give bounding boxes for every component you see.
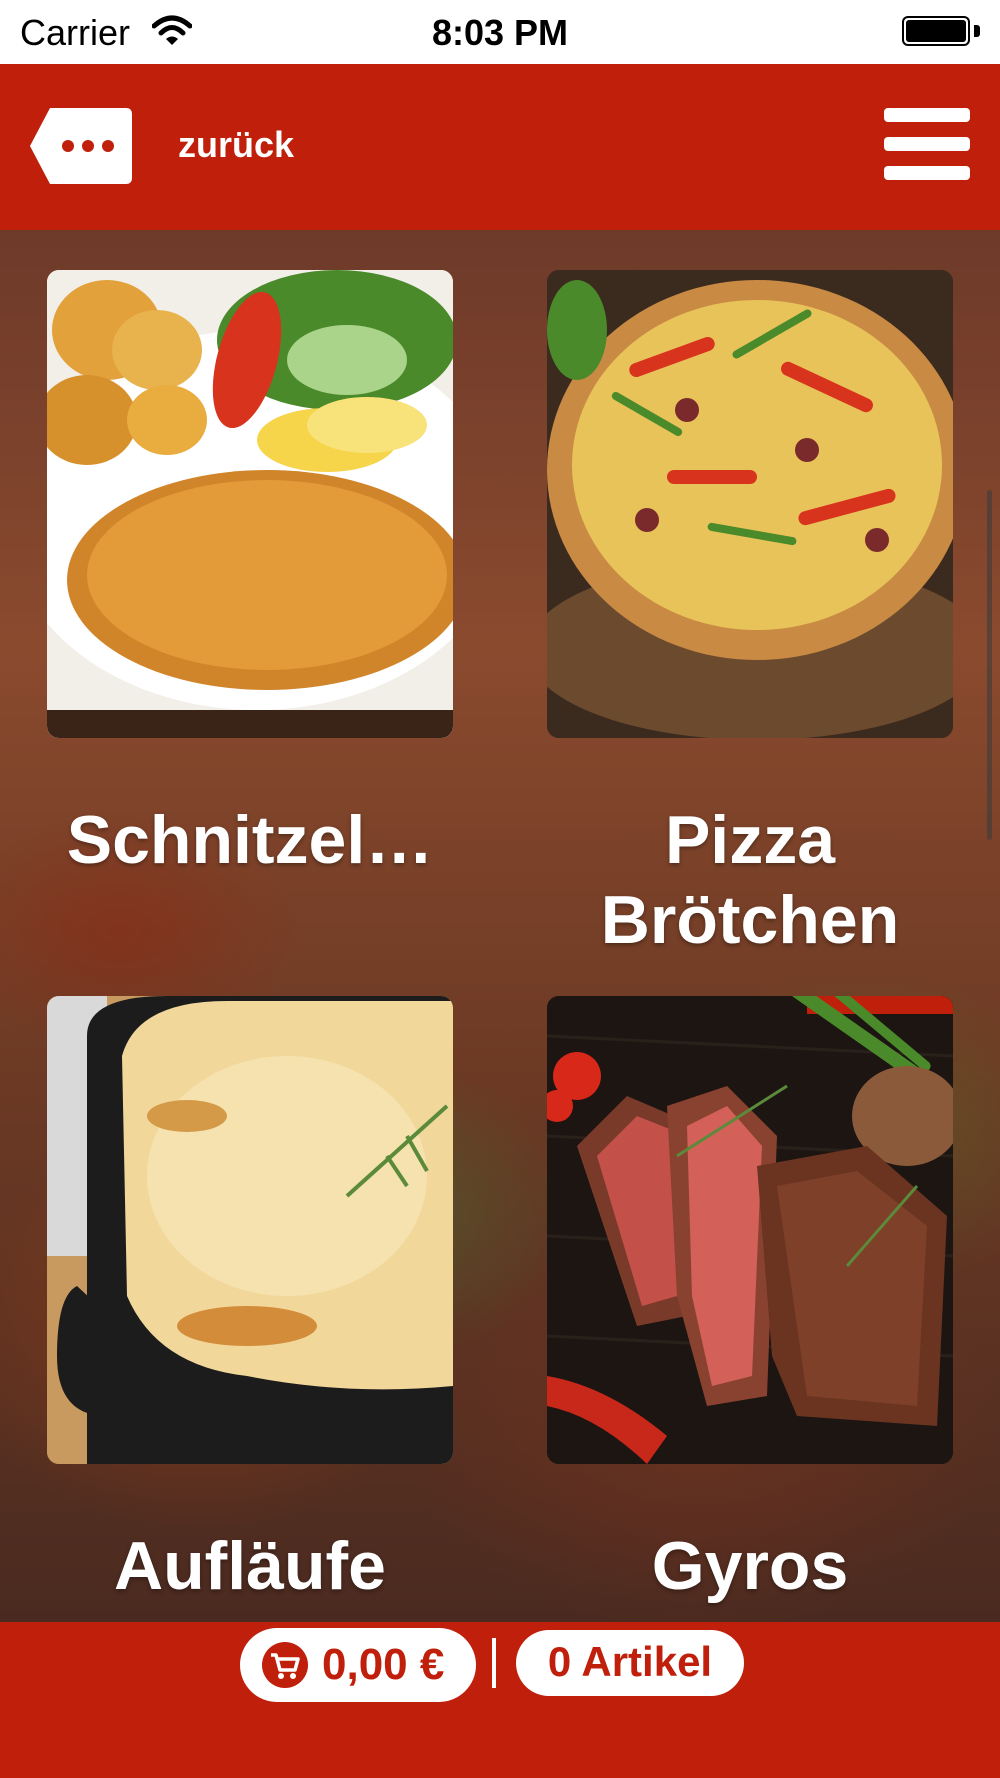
category-title-gyros[interactable]: Gyros bbox=[520, 1526, 980, 1606]
back-button[interactable] bbox=[30, 108, 132, 184]
pizza-image[interactable] bbox=[547, 270, 953, 738]
status-bar: Carrier 8:03 PM bbox=[0, 0, 1000, 64]
schnitzel-image[interactable] bbox=[47, 270, 453, 738]
cart-items-button[interactable]: 0 Artikel bbox=[516, 1630, 744, 1696]
cart-total: 0,00 € bbox=[322, 1640, 445, 1689]
scrollbar[interactable] bbox=[987, 490, 992, 840]
category-title-pizza[interactable]: Pizza Brötchen bbox=[520, 800, 980, 960]
cart-total-button[interactable]: 0,00 € bbox=[240, 1628, 476, 1702]
casserole-image[interactable] bbox=[47, 996, 453, 1464]
menu-button[interactable] bbox=[884, 108, 970, 180]
divider bbox=[492, 1638, 496, 1688]
cart-item-count: 0 Artikel bbox=[547, 1638, 713, 1685]
battery-icon bbox=[902, 16, 980, 50]
category-title-schnitzel[interactable]: Schnitzel… bbox=[20, 800, 480, 880]
status-time: 8:03 PM bbox=[431, 12, 569, 53]
cart-bar: 0,00 € 0 Artikel bbox=[0, 1622, 1000, 1778]
category-title-pizza-text: Pizza Brötchen bbox=[600, 802, 900, 958]
category-grid: Schnitzel… Pizza Brötchen Aufläufe Gyros bbox=[0, 230, 1000, 1622]
cart-icon bbox=[262, 1642, 308, 1688]
back-label[interactable]: zurück bbox=[178, 124, 294, 166]
app-header: zurück bbox=[0, 64, 1000, 230]
steak-image[interactable] bbox=[547, 996, 953, 1464]
category-title-auflaeufe[interactable]: Aufläufe bbox=[20, 1526, 480, 1606]
